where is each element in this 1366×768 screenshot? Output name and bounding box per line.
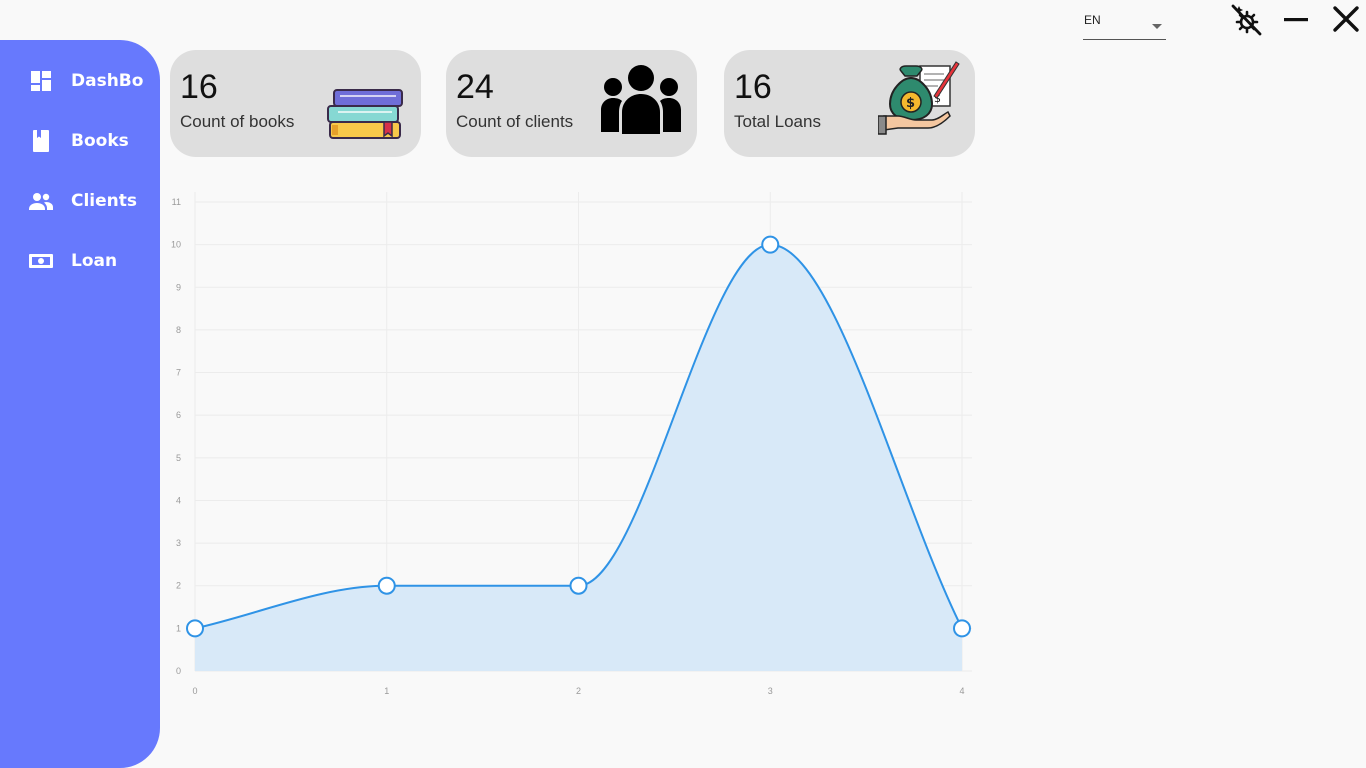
svg-text:$: $ (906, 96, 915, 111)
stat-card-loans: 16 Total Loans $ $ (724, 50, 975, 157)
sidebar-item-label: Loan (71, 251, 118, 271)
x-tick-label: 4 (959, 686, 964, 696)
book-icon (28, 128, 54, 154)
y-tick-label: 3 (176, 538, 181, 548)
language-value: EN (1084, 13, 1101, 27)
y-tick-label: 2 (176, 581, 181, 591)
y-tick-label: 10 (171, 240, 181, 250)
y-tick-label: 9 (176, 282, 181, 292)
card-value: 24 (456, 68, 494, 106)
people-icon (28, 188, 54, 214)
sidebar-item-dashboard[interactable]: DashBo (28, 68, 143, 94)
card-label: Count of clients (456, 112, 574, 131)
dropdown-caret-icon (1152, 17, 1162, 35)
card-label: Total Loans (734, 112, 821, 131)
x-tick-label: 1 (384, 686, 389, 696)
sidebar-item-label: DashBo (71, 71, 144, 91)
close-icon[interactable] (1330, 4, 1362, 36)
stat-card-books: 16 Count of books (170, 50, 421, 157)
x-tick-label: 2 (576, 686, 581, 696)
clients-group-icon (600, 64, 682, 141)
data-point (761, 235, 780, 254)
y-tick-label: 11 (172, 197, 181, 207)
card-label: Count of books (180, 112, 295, 131)
sidebar-item-label: Books (71, 131, 129, 151)
data-point (377, 576, 396, 595)
sidebar-item-loan[interactable]: Loan (28, 248, 117, 274)
y-tick-label: 7 (176, 368, 181, 378)
dashboard-icon (28, 68, 54, 94)
theme-toggle-icon[interactable] (1230, 4, 1262, 36)
loans-area-chart: 0 1 2 3 4 5 6 7 8 9 10 11 0 1 2 3 4 (171, 192, 972, 696)
stat-card-clients: 24 Count of clients (446, 50, 697, 157)
x-tick-label: 3 (768, 686, 773, 696)
y-tick-label: 6 (176, 410, 181, 420)
data-point (186, 619, 204, 638)
y-tick-label: 8 (176, 325, 181, 335)
card-value: 16 (180, 68, 218, 106)
data-point (569, 576, 588, 595)
sidebar-item-clients[interactable]: Clients (28, 188, 137, 214)
y-tick-label: 1 (176, 623, 181, 633)
money-icon (28, 248, 54, 274)
data-point (953, 619, 971, 638)
minimize-icon[interactable] (1281, 4, 1313, 36)
sidebar-item-books[interactable]: Books (28, 128, 129, 154)
x-tick-label: 0 (192, 686, 197, 696)
y-tick-label: 5 (176, 453, 181, 463)
books-stack-icon (322, 78, 406, 147)
sidebar-item-label: Clients (71, 191, 138, 211)
card-value: 16 (734, 68, 772, 106)
sidebar: DashBo Books Clients Loan (0, 40, 160, 768)
y-tick-label: 4 (176, 495, 181, 505)
y-tick-label: 0 (176, 666, 181, 676)
language-select[interactable]: EN (1083, 8, 1166, 40)
money-bag-hand-icon: $ $ (877, 60, 962, 147)
